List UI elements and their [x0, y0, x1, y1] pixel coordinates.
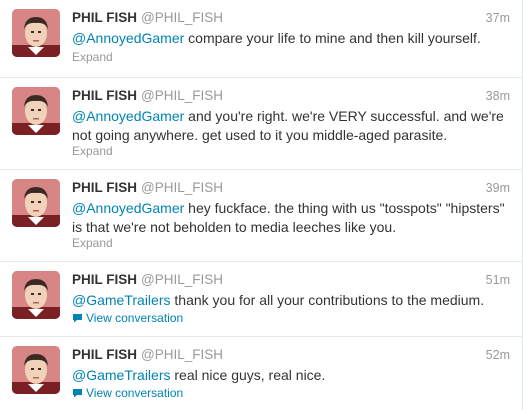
expand-link[interactable]: Expand	[72, 144, 113, 158]
avatar-image	[12, 179, 60, 227]
author-username[interactable]: @PHIL_FISH	[141, 272, 223, 287]
expand-link[interactable]: Expand	[72, 50, 113, 64]
view-conversation-label: View conversation	[86, 311, 184, 325]
mention-link[interactable]: @AnnoyedGamer	[72, 108, 184, 124]
mention-link[interactable]: @GameTrailers	[72, 367, 171, 383]
view-conversation-link[interactable]: View conversation	[72, 311, 183, 325]
avatar-image	[12, 346, 60, 394]
view-conversation-link[interactable]: View conversation	[72, 386, 183, 400]
tweet[interactable]: PHIL FISH @PHIL_FISH 37m @AnnoyedGamer co…	[0, 0, 522, 78]
avatar[interactable]	[12, 271, 60, 319]
tweet[interactable]: PHIL FISH @PHIL_FISH 39m @AnnoyedGamer he…	[0, 170, 522, 262]
tweet-header: PHIL FISH @PHIL_FISH 51m	[72, 271, 510, 289]
tweet-header: PHIL FISH @PHIL_FISH 39m	[72, 179, 510, 197]
tweet-timestamp[interactable]: 51m	[486, 271, 510, 289]
tweet-timestamp[interactable]: 37m	[486, 9, 510, 27]
tweet-timestamp[interactable]: 38m	[486, 87, 510, 105]
speech-bubble-icon	[73, 389, 82, 398]
mention-link[interactable]: @AnnoyedGamer	[72, 30, 184, 46]
author-fullname[interactable]: PHIL FISH	[72, 180, 137, 195]
tweet-header: PHIL FISH @PHIL_FISH 52m	[72, 346, 510, 364]
tweet[interactable]: PHIL FISH @PHIL_FISH 52m @GameTrailers re…	[0, 337, 522, 410]
tweet-timestamp[interactable]: 52m	[486, 346, 510, 364]
tweet-text: @AnnoyedGamer and you're right. we're VE…	[72, 107, 512, 145]
tweet-text: @AnnoyedGamer hey fuckface. the thing wi…	[72, 199, 512, 237]
mention-link[interactable]: @AnnoyedGamer	[72, 200, 184, 216]
tweet-body: real nice guys, real nice.	[170, 367, 326, 383]
tweet-body: thank you for all your contributions to …	[170, 292, 485, 308]
tweet[interactable]: PHIL FISH @PHIL_FISH 51m @GameTrailers th…	[0, 262, 522, 337]
author-username[interactable]: @PHIL_FISH	[141, 180, 223, 195]
avatar-image	[12, 9, 60, 57]
avatar[interactable]	[12, 179, 60, 227]
author-username[interactable]: @PHIL_FISH	[141, 10, 223, 25]
tweet-text: @GameTrailers thank you for all your con…	[72, 291, 512, 310]
speech-bubble-icon	[73, 314, 82, 323]
tweet[interactable]: PHIL FISH @PHIL_FISH 38m @AnnoyedGamer an…	[0, 78, 522, 170]
tweet-body: compare your life to mine and then kill …	[184, 30, 481, 46]
avatar[interactable]	[12, 87, 60, 135]
author-fullname[interactable]: PHIL FISH	[72, 347, 137, 362]
tweet-timeline: PHIL FISH @PHIL_FISH 37m @AnnoyedGamer co…	[0, 0, 523, 410]
author-username[interactable]: @PHIL_FISH	[141, 347, 223, 362]
author-fullname[interactable]: PHIL FISH	[72, 272, 137, 287]
view-conversation-label: View conversation	[86, 386, 184, 400]
author-fullname[interactable]: PHIL FISH	[72, 88, 137, 103]
expand-link[interactable]: Expand	[72, 236, 113, 250]
tweet-header: PHIL FISH @PHIL_FISH 38m	[72, 87, 510, 105]
avatar-image	[12, 271, 60, 319]
author-username[interactable]: @PHIL_FISH	[141, 88, 223, 103]
tweet-timestamp[interactable]: 39m	[486, 179, 510, 197]
avatar[interactable]	[12, 346, 60, 394]
avatar-image	[12, 87, 60, 135]
author-fullname[interactable]: PHIL FISH	[72, 10, 137, 25]
mention-link[interactable]: @GameTrailers	[72, 292, 171, 308]
tweet-text: @GameTrailers real nice guys, real nice.	[72, 366, 512, 385]
avatar[interactable]	[12, 9, 60, 57]
tweet-text: @AnnoyedGamer compare your life to mine …	[72, 29, 512, 48]
tweet-header: PHIL FISH @PHIL_FISH 37m	[72, 9, 510, 27]
